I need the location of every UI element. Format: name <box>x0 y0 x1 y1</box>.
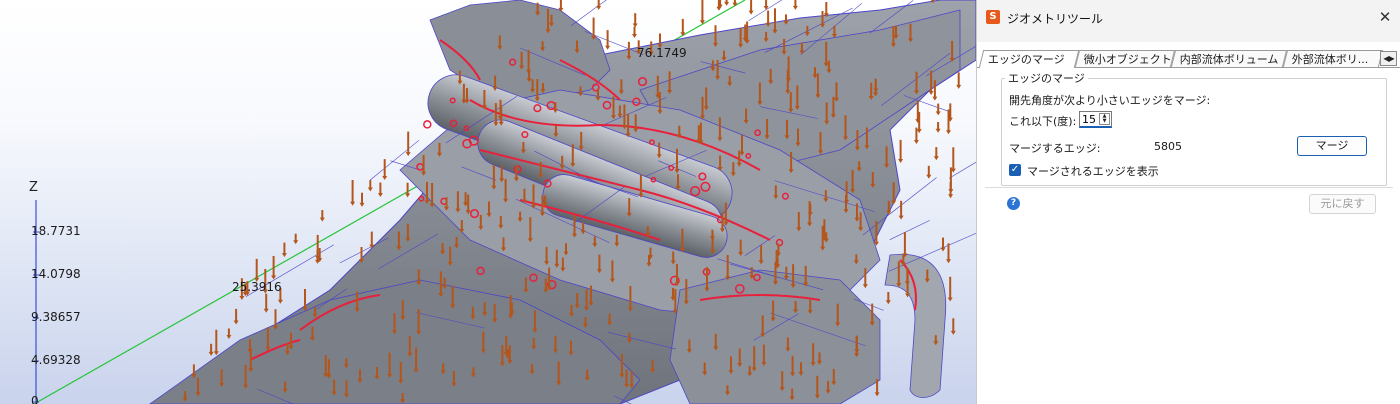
wireframe-edge <box>889 220 930 240</box>
normal-arrow <box>933 147 939 161</box>
application-window: Z 18.7731 14.0798 9.38657 4.69328 0 25.3… <box>0 0 1400 404</box>
normal-arrow <box>293 233 299 245</box>
tab-edge-merge[interactable]: エッジのマージ <box>978 50 1080 68</box>
merge-button[interactable]: マージ <box>1297 136 1367 156</box>
tab-strip: エッジのマージ 微小オブジェクト 内部流体ボリューム 外部流体ボリ... ◀▶ <box>977 50 1400 68</box>
normal-arrow <box>699 0 705 25</box>
normal-arrow <box>748 0 754 15</box>
normal-arrow <box>350 180 356 206</box>
tab-label: 外部流体ボリ... <box>1291 53 1369 66</box>
spin-buttons[interactable]: ▲ ▼ <box>1099 113 1110 125</box>
normal-arrow <box>596 0 602 10</box>
normal-arrow <box>367 180 373 192</box>
geometry-tool-dialog: S ジオメトリツール ✕ エッジのマージ 微小オブジェクト 内部流体ボリューム … <box>976 0 1400 404</box>
normal-arrow <box>281 242 287 258</box>
normal-arrow <box>950 147 956 173</box>
tab-label: 微小オブジェクト <box>1083 53 1172 66</box>
normal-arrow <box>947 276 953 302</box>
normal-arrow <box>263 293 269 313</box>
normal-arrow <box>359 192 365 207</box>
normal-arrow <box>213 329 219 356</box>
normal-arrow <box>940 237 946 252</box>
tab-external-fluid-volume[interactable]: 外部流体ボリ... <box>1282 50 1384 67</box>
normal-arrow <box>273 309 278 330</box>
normal-arrow <box>319 210 325 222</box>
ship-model <box>33 0 976 404</box>
panel-divider <box>985 187 1393 188</box>
normal-arrow <box>902 232 908 258</box>
normal-arrow <box>208 343 214 356</box>
show-merged-edges-label[interactable]: マージされるエッジを表示 <box>1027 163 1159 179</box>
dialog-title: ジオメトリツール <box>1007 12 1104 26</box>
z-tick-label: 4.69328 <box>31 353 81 367</box>
angle-spinner[interactable]: ▲ ▼ <box>1079 111 1112 128</box>
z-tick-label: 14.0798 <box>31 267 81 281</box>
normal-arrow <box>254 258 260 282</box>
group-title: エッジのマージ <box>1005 70 1088 86</box>
normal-arrow <box>302 289 308 312</box>
normal-arrow <box>377 182 383 197</box>
angle-label: これ以下(度): <box>1009 115 1077 128</box>
z-tick-label: 18.7731 <box>31 224 81 238</box>
tab-scroll-buttons[interactable]: ◀▶ <box>1380 51 1397 66</box>
tab-label: 内部流体ボリューム <box>1179 53 1279 66</box>
normal-arrow <box>935 103 941 116</box>
normal-arrow <box>632 26 637 38</box>
normal-arrow <box>591 17 597 40</box>
tab-small-objects[interactable]: 微小オブジェクト <box>1074 50 1176 67</box>
normal-arrow <box>885 292 891 305</box>
help-icon[interactable]: ? <box>1007 197 1020 210</box>
z-axis-title: Z <box>29 180 38 195</box>
show-merged-edges-checkbox[interactable]: ✓ <box>1009 164 1021 176</box>
z-tick-label: 9.38657 <box>31 310 81 324</box>
normal-arrow <box>792 0 798 10</box>
hull-right-fin <box>884 253 947 398</box>
merge-edge-loop <box>423 120 432 129</box>
normal-arrow <box>926 165 932 179</box>
normal-arrow <box>724 0 730 6</box>
normal-arrow <box>935 122 941 133</box>
edges-to-merge-count: 5805 <box>1154 140 1182 153</box>
normal-arrow <box>732 0 738 7</box>
tab-label: エッジのマージ <box>987 53 1065 66</box>
3d-viewport[interactable]: Z 18.7731 14.0798 9.38657 4.69328 0 25.3… <box>0 0 976 404</box>
normal-arrow <box>898 139 904 163</box>
hull-engine-block <box>669 269 881 404</box>
normal-arrow <box>950 318 956 335</box>
normal-arrow <box>405 131 411 157</box>
normal-arrow <box>226 328 232 339</box>
tab-internal-fluid-volume[interactable]: 内部流体ボリューム <box>1170 50 1288 67</box>
app-logo-icon: S <box>986 10 1000 24</box>
spin-down-icon[interactable]: ▼ <box>1101 119 1108 124</box>
dimension-label: 76.1749 <box>637 46 687 60</box>
dimension-label: 25.3916 <box>232 280 282 294</box>
normal-arrow <box>632 13 638 28</box>
close-button[interactable]: ✕ <box>1374 6 1396 28</box>
normal-arrow <box>956 72 962 89</box>
z-tick-label: 0 <box>31 394 39 404</box>
angle-input[interactable] <box>1082 112 1097 126</box>
normal-arrow <box>233 308 239 325</box>
dialog-titlebar[interactable]: S ジオメトリツール ✕ <box>977 0 1400 42</box>
normal-arrow <box>271 256 277 280</box>
edges-to-merge-label: マージするエッジ: <box>1009 142 1101 155</box>
merge-instruction: 開先角度が次より小さいエッジをマージ: <box>1009 94 1211 107</box>
undo-button[interactable]: 元に戻す <box>1309 194 1376 214</box>
normal-arrow <box>772 8 778 34</box>
